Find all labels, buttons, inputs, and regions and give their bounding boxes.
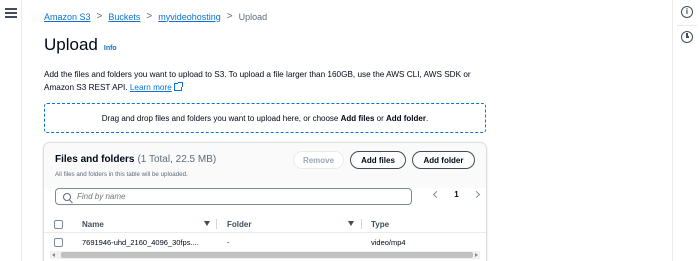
table-header: Name Folder Type — [44, 215, 486, 233]
table-row[interactable]: 7691946-uhd_2160_4096_30fps.... - video/… — [44, 233, 486, 251]
panel-subtitle: All files and folders in this table will… — [55, 171, 188, 178]
select-all-cell — [54, 215, 63, 233]
learn-more-link[interactable]: Learn more — [130, 83, 172, 92]
file-folder: - — [227, 237, 230, 247]
panel-count: (1 Total, 22.5 MB) — [137, 154, 217, 165]
search-input[interactable] — [77, 192, 377, 201]
column-divider[interactable] — [361, 219, 362, 229]
select-all-checkbox[interactable] — [54, 219, 63, 229]
search-box — [55, 188, 412, 205]
breadcrumb: Amazon S3 > Buckets > myvideohosting > U… — [44, 11, 267, 22]
chevron-right-icon[interactable] — [472, 190, 481, 199]
add-files-button[interactable]: Add files — [350, 151, 406, 169]
breadcrumb-buckets[interactable]: Buckets — [108, 12, 140, 22]
menu-icon[interactable] — [5, 8, 17, 18]
dropzone-add-folder: Add folder — [385, 113, 426, 123]
breadcrumb-amazon-s3[interactable]: Amazon S3 — [44, 12, 91, 22]
history-icon[interactable] — [681, 31, 693, 43]
column-divider[interactable] — [216, 219, 217, 229]
panel-header: Files and folders (1 Total, 22.5 MB) All … — [44, 143, 486, 188]
upload-dropzone[interactable]: Drag and drop files and folders you want… — [44, 103, 486, 133]
column-header-name[interactable]: Name — [82, 215, 104, 233]
dropzone-or: or — [376, 113, 384, 123]
file-type: video/mp4 — [371, 237, 406, 247]
panel-title: Files and folders (1 Total, 22.5 MB) — [55, 154, 216, 165]
sort-icon[interactable] — [348, 221, 354, 226]
chevron-left-icon[interactable] — [432, 190, 441, 199]
scrollbar-thumb[interactable] — [61, 252, 473, 258]
horizontal-scrollbar[interactable] — [50, 251, 480, 259]
sort-icon[interactable] — [204, 221, 210, 226]
learn-more-label: Learn more — [129, 83, 172, 92]
column-header-folder[interactable]: Folder — [227, 215, 251, 233]
dropzone-suffix: . — [425, 113, 429, 123]
pagination: 1 — [432, 190, 481, 199]
left-nav-rail — [0, 0, 22, 261]
scroll-left-arrow[interactable] — [50, 251, 58, 259]
dropzone-prefix: Drag and drop files and folders you want… — [101, 113, 339, 123]
page-number[interactable]: 1 — [454, 190, 458, 199]
right-utility-rail: i — [672, 0, 700, 261]
description-text: Add the files and folders you want to up… — [44, 70, 471, 92]
page-description: Add the files and folders you want to up… — [44, 68, 489, 94]
files-and-folders-panel: Files and folders (1 Total, 22.5 MB) All … — [44, 143, 486, 261]
breadcrumb-bucket[interactable]: myvideohosting — [158, 12, 221, 22]
row-checkbox[interactable] — [54, 237, 63, 247]
add-folder-button[interactable]: Add folder — [412, 151, 475, 169]
breadcrumb-separator: > — [226, 11, 233, 22]
breadcrumb-separator: > — [146, 11, 153, 22]
dropzone-add-files: Add files — [340, 113, 375, 123]
external-link-icon — [173, 82, 183, 91]
row-select-cell — [54, 233, 63, 251]
remove-button[interactable]: Remove — [293, 151, 344, 169]
search-icon — [63, 192, 71, 201]
scroll-right-arrow[interactable] — [472, 251, 480, 259]
rail-divider — [677, 25, 697, 26]
page-title: Upload — [44, 35, 98, 54]
panel-title-text: Files and folders — [55, 154, 135, 165]
breadcrumb-current: Upload — [238, 11, 268, 22]
info-icon[interactable]: i — [681, 6, 693, 18]
page-header: Upload Info — [44, 35, 117, 55]
info-link[interactable]: Info — [104, 45, 117, 52]
breadcrumb-separator: > — [96, 11, 103, 22]
column-header-type[interactable]: Type — [371, 215, 389, 233]
file-name: 7691946-uhd_2160_4096_30fps.... — [82, 237, 199, 247]
